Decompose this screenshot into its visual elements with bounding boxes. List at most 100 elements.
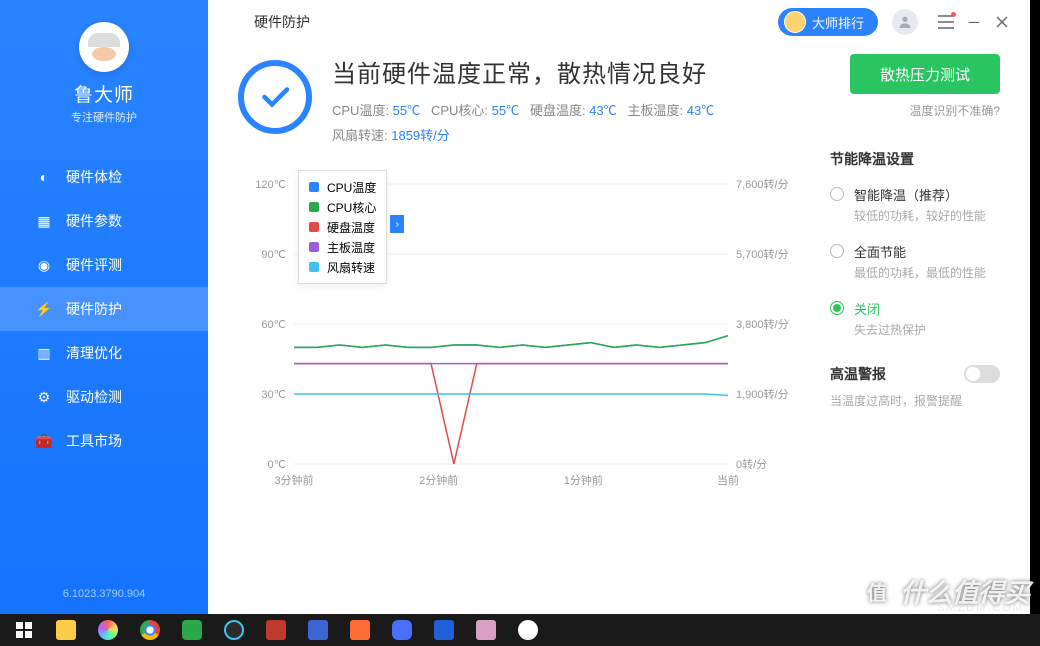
taskbar-app5-icon[interactable] — [466, 616, 506, 644]
alarm-title: 高温警报 — [830, 364, 886, 384]
taskbar-app2-icon[interactable] — [298, 616, 338, 644]
legend-swatch-icon — [309, 262, 319, 272]
radio-label: 关闭 — [854, 299, 926, 318]
sidebar-item-2[interactable]: ◉ 硬件评测 — [0, 243, 208, 287]
svg-text:60℃: 60℃ — [261, 319, 286, 331]
sidebar-item-label: 清理优化 — [66, 343, 122, 363]
taskbar-app3-icon[interactable] — [340, 616, 380, 644]
sidebar-item-label: 硬件参数 — [66, 211, 122, 231]
svg-text:120℃: 120℃ — [255, 179, 286, 191]
sidebar-icon: ◉ — [36, 257, 52, 273]
svg-text:3,800转/分: 3,800转/分 — [736, 317, 789, 331]
svg-text:7,600转/分: 7,600转/分 — [736, 177, 789, 191]
notification-dot-icon — [951, 12, 956, 17]
taskbar-app-icon[interactable] — [214, 616, 254, 644]
legend-swatch-icon — [309, 222, 319, 232]
sidebar-item-3[interactable]: ⚡硬件防护 — [0, 287, 208, 331]
metric-value: 55℃ — [492, 103, 519, 118]
sidebar-icon: ▦ — [36, 213, 52, 229]
metric-value: 55℃ — [393, 103, 420, 118]
taskbar-browser-icon[interactable] — [88, 616, 128, 644]
sidebar-item-label: 硬件评测 — [66, 255, 122, 275]
page-title: 硬件防护 — [254, 12, 310, 32]
left-column: 当前硬件温度正常，散热情况良好 CPU温度: 55℃ CPU核心: 55℃ 硬盘… — [238, 54, 810, 604]
sidebar-icon: 🧰 — [36, 433, 52, 449]
legend-label: CPU温度 — [327, 179, 376, 196]
legend-item: CPU温度 — [309, 177, 376, 197]
ranking-avatar-icon — [784, 11, 806, 33]
stress-test-button[interactable]: 散热压力测试 — [850, 54, 1000, 94]
sidebar-icon: ◐ — [36, 169, 52, 185]
metric-value: 43℃ — [589, 103, 616, 118]
power-option-1[interactable]: 全面节能最低的功耗，最低的性能 — [830, 242, 1000, 281]
legend-swatch-icon — [309, 202, 319, 212]
svg-text:1分钟前: 1分钟前 — [564, 473, 603, 487]
taskbar-explorer-icon[interactable] — [46, 616, 86, 644]
app-window: 鲁大师 专注硬件防护 ◐硬件体检▦硬件参数◉硬件评测⚡硬件防护▥清理优化⚙驱动检… — [0, 0, 1030, 614]
radio-icon — [830, 187, 844, 201]
legend-expand-button[interactable]: › — [390, 215, 404, 233]
metric-row: CPU温度: 55℃ CPU核心: 55℃ 硬盘温度: 43℃ 主板温度: 43… — [332, 99, 714, 148]
sidebar-item-4[interactable]: ▥ 清理优化 — [0, 331, 208, 375]
radio-icon — [830, 244, 844, 258]
power-option-0[interactable]: 智能降温（推荐）较低的功耗，较好的性能 — [830, 185, 1000, 224]
radio-desc: 最低的功耗，最低的性能 — [854, 264, 986, 281]
taskbar-start-button[interactable] — [4, 616, 44, 644]
sidebar-icon: ▥ — [36, 345, 52, 361]
app-logo-icon — [79, 22, 129, 72]
taskbar-app4-icon[interactable] — [382, 616, 422, 644]
radio-label: 全面节能 — [854, 242, 986, 261]
sidebar-icon: ⚡ — [36, 301, 52, 317]
legend-item: 风扇转速 — [309, 257, 376, 277]
sidebar-item-label: 硬件体检 — [66, 167, 122, 187]
taskbar-chill-icon[interactable] — [424, 616, 464, 644]
accuracy-link[interactable]: 温度识别不准确? — [830, 102, 1000, 119]
sidebar-item-5[interactable]: ⚙驱动检测 — [0, 375, 208, 419]
metric-value: 1859转/分 — [391, 128, 450, 143]
svg-text:5,700转/分: 5,700转/分 — [736, 247, 789, 261]
taskbar-chrome-icon[interactable] — [130, 616, 170, 644]
legend-label: 硬盘温度 — [327, 219, 375, 236]
svg-text:3分钟前: 3分钟前 — [274, 473, 313, 487]
svg-text:当前: 当前 — [717, 473, 739, 487]
taskbar-ludashi-icon[interactable] — [508, 616, 548, 644]
titlebar: 硬件防护 大师排行 ─ — [208, 0, 1030, 44]
legend-swatch-icon — [309, 242, 319, 252]
taskbar-wechat-icon[interactable] — [172, 616, 212, 644]
power-section-title: 节能降温设置 — [830, 149, 1000, 169]
legend-swatch-icon — [309, 182, 319, 192]
minimize-button[interactable]: ─ — [960, 8, 988, 36]
user-avatar[interactable] — [892, 9, 918, 35]
logo-area: 鲁大师 专注硬件防护 — [0, 0, 208, 143]
sidebar-item-1[interactable]: ▦ 硬件参数 — [0, 199, 208, 243]
metric-value: 43℃ — [687, 103, 714, 118]
metric-label: 风扇转速: — [332, 128, 391, 143]
version-label: 6.1023.3790.904 — [0, 588, 208, 600]
sidebar-item-6[interactable]: 🧰 工具市场 — [0, 419, 208, 463]
legend-item: 主板温度 — [309, 237, 376, 257]
hamburger-menu-button[interactable] — [932, 8, 960, 36]
sidebar-nav: ◐ 硬件体检 ▦ 硬件参数 ◉ 硬件评测 ⚡硬件防护 ▥ 清理优化 ⚙驱动检测 🧰 工具市场 — [0, 155, 208, 463]
power-option-2[interactable]: 关闭失去过热保护 — [830, 299, 1000, 338]
radio-desc: 失去过热保护 — [854, 321, 926, 338]
svg-text:0转/分: 0转/分 — [736, 457, 767, 471]
temperature-chart: 0℃0转/分30℃1,900转/分60℃3,800转/分90℃5,700转/分1… — [238, 164, 810, 494]
sidebar: 鲁大师 专注硬件防护 ◐ 硬件体检 ▦ 硬件参数 ◉ 硬件评测 ⚡硬件防护 ▥ 清理优化 ⚙驱动检… — [0, 0, 208, 614]
metric-label: CPU温度: — [332, 103, 393, 118]
app-name: 鲁大师 — [74, 80, 134, 107]
radio-desc: 较低的功耗，较好的性能 — [854, 207, 986, 224]
sidebar-item-label: 工具市场 — [66, 431, 122, 451]
metric-label: 硬盘温度: — [530, 103, 589, 118]
ranking-button[interactable]: 大师排行 — [778, 8, 878, 36]
chart-legend: CPU温度CPU核心硬盘温度主板温度风扇转速 › — [298, 170, 387, 284]
svg-text:0℃: 0℃ — [268, 459, 286, 471]
sidebar-item-0[interactable]: ◐ 硬件体检 — [0, 155, 208, 199]
close-button[interactable] — [988, 8, 1016, 36]
svg-text:2分钟前: 2分钟前 — [419, 473, 458, 487]
alarm-toggle[interactable] — [964, 365, 1000, 383]
right-column: 散热压力测试 温度识别不准确? 节能降温设置 智能降温（推荐）较低的功耗，较好的… — [810, 54, 1000, 604]
ranking-label: 大师排行 — [812, 13, 864, 32]
taskbar-pdf-icon[interactable] — [256, 616, 296, 644]
alarm-desc: 当温度过高时，报警提醒 — [830, 392, 1000, 409]
radio-icon — [830, 301, 844, 315]
